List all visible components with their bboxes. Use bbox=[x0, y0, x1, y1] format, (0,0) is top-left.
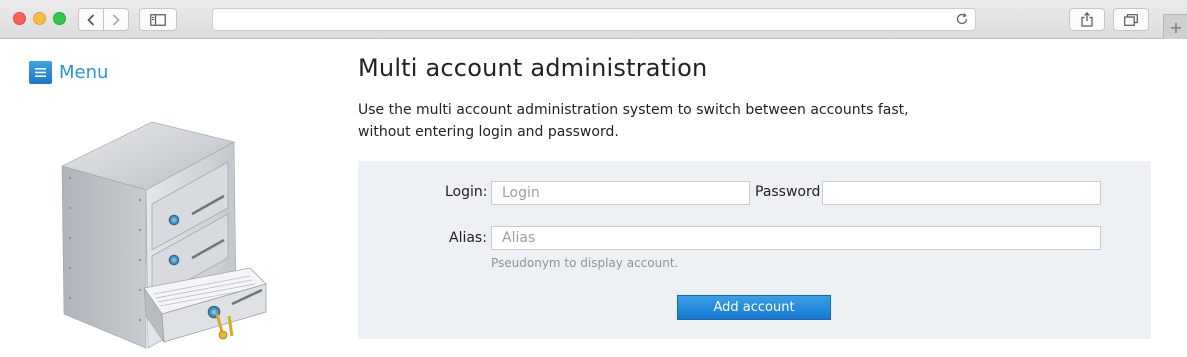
add-account-button[interactable]: Add account bbox=[677, 295, 831, 320]
alias-label: Alias: bbox=[449, 230, 487, 246]
file-cabinet-illustration bbox=[61, 121, 267, 349]
hamburger-icon bbox=[29, 61, 52, 84]
menu-toggle[interactable]: Menu bbox=[29, 61, 108, 84]
close-window-button[interactable] bbox=[13, 12, 26, 25]
add-account-form: Login: Password: Alias: Pseudonym to dis… bbox=[358, 161, 1151, 339]
description-line: Use the multi account administration sys… bbox=[358, 102, 909, 118]
show-tabs-button[interactable] bbox=[1113, 8, 1149, 31]
alias-hint: Pseudonym to display account. bbox=[491, 256, 679, 270]
share-icon bbox=[1081, 12, 1093, 27]
tabs-icon bbox=[1124, 13, 1138, 26]
browser-toolbar: + bbox=[0, 0, 1187, 39]
chevron-right-icon bbox=[112, 13, 120, 26]
forward-button[interactable] bbox=[103, 8, 129, 31]
new-tab-button[interactable]: + bbox=[1163, 14, 1187, 39]
page-description: Use the multi account administration sys… bbox=[358, 99, 918, 143]
page-title: Multi account administration bbox=[358, 54, 708, 82]
login-label: Login: bbox=[445, 184, 488, 200]
reload-icon[interactable] bbox=[955, 12, 969, 26]
password-input[interactable] bbox=[822, 181, 1101, 205]
login-input[interactable] bbox=[491, 181, 750, 205]
sidebar-icon bbox=[150, 13, 166, 26]
chevron-left-icon bbox=[87, 13, 95, 26]
menu-label: Menu bbox=[59, 62, 109, 83]
share-button[interactable] bbox=[1069, 8, 1105, 31]
address-bar[interactable] bbox=[212, 8, 976, 31]
back-button[interactable] bbox=[78, 8, 104, 31]
minimize-window-button[interactable] bbox=[33, 12, 46, 25]
description-line: without entering login and password. bbox=[358, 124, 619, 140]
alias-input[interactable] bbox=[491, 226, 1101, 250]
password-label: Password: bbox=[755, 184, 826, 200]
zoom-window-button[interactable] bbox=[53, 12, 66, 25]
plus-icon: + bbox=[1169, 17, 1183, 37]
sidebar-toggle-button[interactable] bbox=[139, 8, 177, 31]
